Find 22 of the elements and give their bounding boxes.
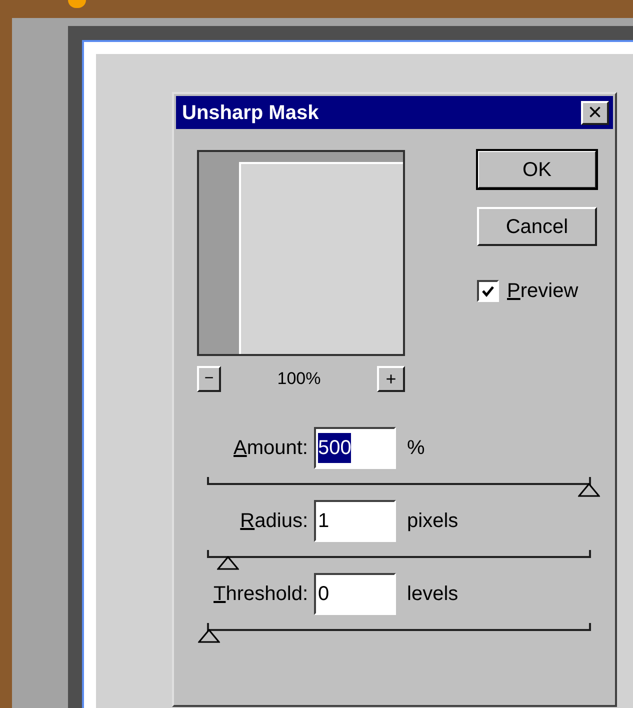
zoom-level: 100%	[277, 368, 321, 390]
preview-checkbox[interactable]	[477, 280, 499, 302]
zoom-in-button[interactable]: +	[376, 366, 405, 392]
slider-thumb[interactable]	[217, 556, 239, 570]
unit-label: levels	[407, 582, 458, 607]
input-field[interactable]: 1	[314, 500, 396, 542]
unit-label: pixels	[407, 509, 458, 534]
dialog-button[interactable]: OK	[477, 150, 597, 189]
close-button[interactable]: ×	[581, 100, 609, 124]
unit-label: %	[407, 436, 425, 461]
input-field[interactable]: 0	[314, 573, 396, 615]
checkbox-label: Preview	[507, 279, 578, 304]
window-title: Unsharp Mask	[182, 100, 319, 126]
slider-thumb[interactable]	[198, 629, 220, 643]
dialog-button[interactable]: Cancel	[477, 207, 597, 246]
input-field[interactable]: 500	[314, 427, 396, 469]
field-label: Amount:	[232, 436, 309, 461]
slider-thumb[interactable]	[578, 483, 600, 497]
zoom-out-button[interactable]: −	[197, 366, 221, 392]
check-icon	[481, 284, 495, 298]
field-label: Threshold:	[212, 582, 309, 607]
field-label: Radius:	[239, 509, 309, 534]
